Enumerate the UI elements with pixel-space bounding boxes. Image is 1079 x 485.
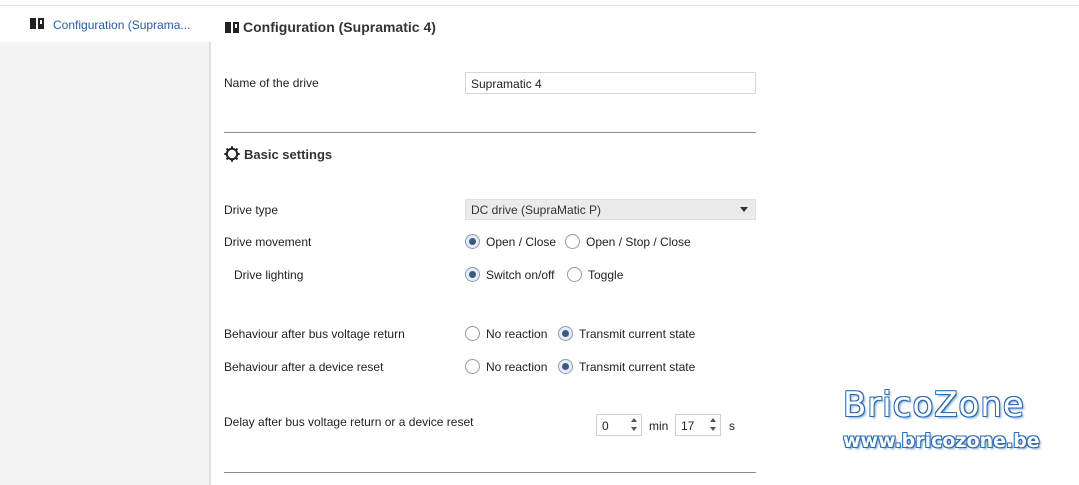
drive-name-input[interactable]: Supramatic 4 bbox=[465, 72, 756, 94]
delay-seconds-stepper[interactable]: 17 bbox=[675, 414, 721, 436]
drive-lighting-label: Drive lighting bbox=[234, 268, 304, 282]
radio-toggle[interactable]: Toggle bbox=[567, 267, 623, 282]
page-title-text: Configuration (Supramatic 4) bbox=[243, 19, 436, 35]
radio-selected-icon bbox=[558, 359, 573, 374]
radio-switch-on-off[interactable]: Switch on/off bbox=[465, 267, 554, 282]
radio-selected-icon bbox=[465, 234, 480, 249]
divider bbox=[224, 132, 756, 133]
radio-label: Open / Close bbox=[486, 234, 557, 249]
radio-reset-no-reaction[interactable]: No reaction bbox=[465, 359, 547, 374]
device-icon bbox=[225, 21, 239, 33]
sidebar: Configuration (Suprama... bbox=[0, 6, 211, 485]
page-title: Configuration (Supramatic 4) bbox=[225, 19, 436, 35]
chevron-down-icon bbox=[740, 207, 748, 212]
stepper-up-icon[interactable] bbox=[631, 418, 637, 422]
sidebar-item-label: Configuration (Suprama... bbox=[53, 18, 191, 32]
radio-reset-transmit-state[interactable]: Transmit current state bbox=[558, 359, 695, 374]
gear-icon bbox=[224, 146, 240, 162]
drive-type-select[interactable]: DC drive (SupraMatic P) bbox=[465, 199, 756, 220]
delay-minutes-stepper[interactable]: 0 bbox=[596, 414, 642, 436]
sidebar-item-configuration[interactable]: Configuration (Suprama... bbox=[0, 6, 211, 42]
radio-selected-icon bbox=[558, 326, 573, 341]
drive-movement-label: Drive movement bbox=[224, 235, 312, 249]
device-reset-label: Behaviour after a device reset bbox=[224, 360, 384, 374]
radio-open-stop-close[interactable]: Open / Stop / Close bbox=[565, 234, 691, 249]
minutes-unit: min bbox=[649, 419, 669, 433]
drive-type-label: Drive type bbox=[224, 203, 279, 217]
stepper-down-icon[interactable] bbox=[710, 427, 716, 431]
drive-name-label: Name of the drive bbox=[224, 76, 319, 90]
radio-label: Transmit current state bbox=[579, 359, 696, 374]
radio-selected-icon bbox=[465, 267, 480, 282]
radio-bus-no-reaction[interactable]: No reaction bbox=[465, 326, 547, 341]
delay-minutes-value: 0 bbox=[602, 419, 609, 433]
radio-label: No reaction bbox=[486, 326, 548, 341]
radio-unselected-icon bbox=[465, 359, 480, 374]
drive-type-value: DC drive (SupraMatic P) bbox=[471, 203, 602, 217]
divider bbox=[224, 472, 756, 473]
radio-label: Switch on/off bbox=[486, 267, 555, 282]
seconds-unit: s bbox=[729, 419, 735, 433]
radio-label: Transmit current state bbox=[579, 326, 696, 341]
watermark-url: www.bricozone.be bbox=[843, 430, 1040, 452]
stepper-up-icon[interactable] bbox=[710, 418, 716, 422]
radio-label: No reaction bbox=[486, 359, 548, 374]
radio-open-close[interactable]: Open / Close bbox=[465, 234, 556, 249]
bus-return-label: Behaviour after bus voltage return bbox=[224, 327, 405, 341]
section-title-text: Basic settings bbox=[244, 146, 333, 162]
delay-label: Delay after bus voltage return or a devi… bbox=[224, 415, 474, 429]
device-icon bbox=[30, 18, 44, 29]
radio-label: Toggle bbox=[588, 267, 624, 282]
radio-label: Open / Stop / Close bbox=[586, 234, 691, 249]
delay-seconds-value: 17 bbox=[681, 419, 695, 433]
watermark-brand: BricoZone bbox=[843, 385, 1025, 425]
section-basic-settings: Basic settings bbox=[224, 146, 332, 162]
radio-bus-transmit-state[interactable]: Transmit current state bbox=[558, 326, 695, 341]
radio-unselected-icon bbox=[567, 267, 582, 282]
radio-unselected-icon bbox=[465, 326, 480, 341]
radio-unselected-icon bbox=[565, 234, 580, 249]
stepper-down-icon[interactable] bbox=[631, 427, 637, 431]
